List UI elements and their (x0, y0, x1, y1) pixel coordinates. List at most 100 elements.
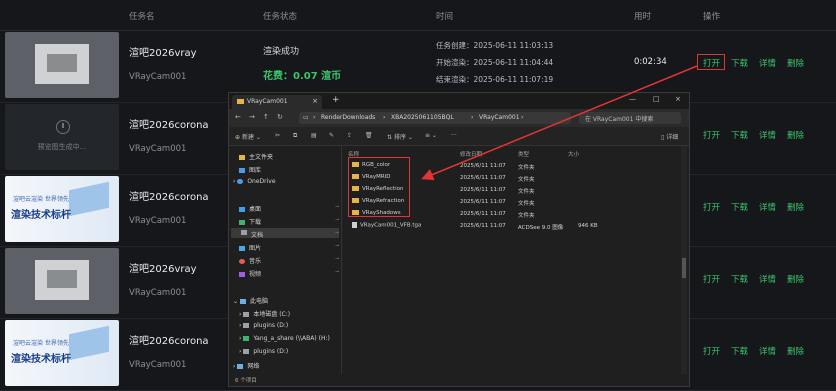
task-name: 渲吧2026corona (129, 120, 209, 131)
render-thumbnail[interactable] (5, 32, 119, 98)
new-tab-icon[interactable]: + (332, 95, 340, 105)
render-thumbnail[interactable]: 渲吧云渲染 世界领先 渲染技术标杆 (5, 176, 119, 242)
start-time: 开始渲染：2025-06-11 11:04:44 (436, 58, 554, 67)
scrollbar[interactable] (681, 146, 687, 374)
back-icon[interactable]: ← (235, 113, 241, 121)
render-thumbnail[interactable]: 渲吧云渲染 世界领先 渲染技术标杆 (5, 320, 119, 386)
pc-icon: ▭ (303, 114, 309, 121)
sidebar-item-gallery[interactable]: 图库 (239, 165, 261, 174)
file-explorer-window: VRayCam001 × + — □ × ← → ↑ ↻ ▭ › RenderD… (228, 92, 690, 387)
sidebar-item-plugins[interactable]: › plugins (D:) (239, 322, 288, 329)
sidebar-item-home[interactable]: 主文件夹 (239, 152, 273, 161)
delete-button[interactable]: 删除 (787, 345, 804, 357)
sidebar-item-documents[interactable]: 文档 (231, 228, 339, 239)
details-button[interactable]: 详情 (759, 201, 776, 213)
sidebar-item-onedrive[interactable]: › OneDrive (233, 178, 276, 185)
path-segment[interactable]: RenderDownloads (321, 114, 375, 121)
sidebar-item-videos[interactable]: 视频 (239, 269, 261, 278)
navigation-pane: 主文件夹 图库 › OneDrive 桌面 下载 文档 图片 音乐 视频 ⊸ ⊸… (229, 146, 342, 374)
up-icon[interactable]: ↑ (263, 113, 269, 121)
sidebar-item-plugins-2[interactable]: › plugins (D:) (239, 348, 288, 355)
details-button[interactable]: 详情 (759, 129, 776, 141)
details-pane-button[interactable]: ▯ 详细 (661, 132, 678, 141)
sidebar-item-share[interactable]: › Yang_a_share (\\ABA) (H:) (239, 335, 330, 342)
view-button[interactable]: ≡ ⌄ (425, 132, 437, 139)
sidebar-item-this-pc[interactable]: ⌄ 此电脑 (233, 296, 268, 305)
details-button[interactable]: 详情 (759, 57, 776, 69)
details-button[interactable]: 详情 (759, 345, 776, 357)
download-icon (239, 220, 245, 225)
cut-icon[interactable]: ✂ (275, 132, 280, 139)
sidebar-item-desktop[interactable]: 桌面 (239, 204, 261, 213)
delete-button[interactable]: 删除 (787, 57, 804, 69)
delete-button[interactable]: 删除 (787, 273, 804, 285)
render-thumbnail[interactable]: 预览图生成中... (5, 104, 119, 170)
explorer-tab[interactable]: VRayCam001 × (232, 95, 322, 109)
explorer-tab-bar: VRayCam001 × + — □ × (229, 93, 689, 109)
sidebar-item-network[interactable]: › 网络 (233, 361, 259, 370)
col-type[interactable]: 类型 (518, 150, 529, 158)
clock-icon (56, 120, 70, 134)
search-placeholder: 在 VRayCam001 中搜索 (585, 116, 654, 123)
forward-icon[interactable]: → (249, 113, 255, 121)
download-button[interactable]: 下载 (731, 201, 748, 213)
copy-icon[interactable]: ⧉ (293, 132, 297, 140)
download-button[interactable]: 下载 (731, 273, 748, 285)
delete-button[interactable]: 删除 (787, 201, 804, 213)
col-action: 操作 (703, 12, 721, 22)
col-size[interactable]: 大小 (568, 150, 579, 158)
col-modified[interactable]: 修改日期 (460, 150, 482, 158)
col-time: 时间 (436, 12, 454, 22)
folder-icon (237, 99, 244, 104)
sort-button[interactable]: ⇅ 排序 ⌄ (387, 132, 413, 141)
sidebar-item-downloads[interactable]: 下载 (239, 217, 261, 226)
sidebar-item-local-disk[interactable]: › 本地磁盘 (C:) (239, 309, 290, 318)
music-icon (239, 259, 245, 264)
explorer-toolbar: ⊕ 新建 ⌄ ✂ ⧉ ▤ ✎ ⇪ 🗑 ⇅ 排序 ⌄ ≡ ⌄ ··· ▯ 详细 (229, 127, 689, 146)
task-name: 渲吧2026corona (129, 336, 209, 347)
address-bar[interactable]: ▭ › RenderDownloads › XBA2025061105BQL ›… (299, 112, 571, 124)
rename-icon[interactable]: ✎ (329, 132, 334, 139)
camera-name: VRayCam001 (129, 360, 187, 370)
col-task-status: 任务状态 (263, 12, 298, 22)
pin-icon: ⊸ (335, 243, 340, 249)
home-icon (239, 155, 245, 160)
file-row[interactable]: VRayCam001_VFB.tga 2025/6/11 11:07 ACDSe… (342, 222, 677, 232)
maximize-icon[interactable]: □ (653, 95, 660, 103)
sidebar-item-pictures[interactable]: 图片 (239, 243, 261, 252)
open-button[interactable]: 打开 (703, 201, 720, 213)
more-icon[interactable]: ··· (451, 132, 457, 139)
banner-subtitle: 渲吧云渲染 世界领先 (13, 196, 69, 203)
new-button[interactable]: ⊕ 新建 ⌄ (235, 132, 261, 141)
download-button[interactable]: 下载 (731, 345, 748, 357)
image-file-icon (352, 222, 357, 228)
item-count: 6 个项目 (235, 378, 257, 384)
task-name: 渲吧2026vray (129, 48, 197, 59)
delete-button[interactable]: 删除 (787, 129, 804, 141)
close-window-icon[interactable]: × (675, 95, 681, 103)
details-button[interactable]: 详情 (759, 273, 776, 285)
banner-title: 渲染技术标杆 (11, 354, 71, 365)
refresh-icon[interactable]: ↻ (277, 113, 283, 121)
video-icon (239, 272, 245, 277)
delete-icon[interactable]: 🗑 (365, 132, 373, 139)
pin-icon: ⊸ (335, 230, 340, 236)
banner-subtitle: 渲吧云渲染 世界领先 (13, 340, 69, 347)
path-segment[interactable]: VRayCam001 (479, 114, 520, 121)
close-tab-icon[interactable]: × (312, 97, 318, 105)
share-icon[interactable]: ⇪ (347, 132, 352, 139)
minimize-icon[interactable]: — (629, 95, 636, 103)
open-button[interactable]: 打开 (703, 129, 720, 141)
download-button[interactable]: 下载 (731, 129, 748, 141)
open-button[interactable]: 打开 (703, 345, 720, 357)
camera-name: VRayCam001 (129, 288, 187, 298)
pin-icon: ⊸ (335, 256, 340, 262)
search-input[interactable]: 在 VRayCam001 中搜索 (579, 112, 681, 124)
paste-icon[interactable]: ▤ (311, 132, 317, 139)
download-button[interactable]: 下载 (731, 57, 748, 69)
open-button[interactable]: 打开 (703, 273, 720, 285)
path-segment[interactable]: XBA2025061105BQL (391, 114, 454, 121)
sidebar-item-music[interactable]: 音乐 (239, 256, 261, 265)
render-thumbnail[interactable] (5, 248, 119, 314)
pin-icon: ⊸ (335, 269, 340, 275)
